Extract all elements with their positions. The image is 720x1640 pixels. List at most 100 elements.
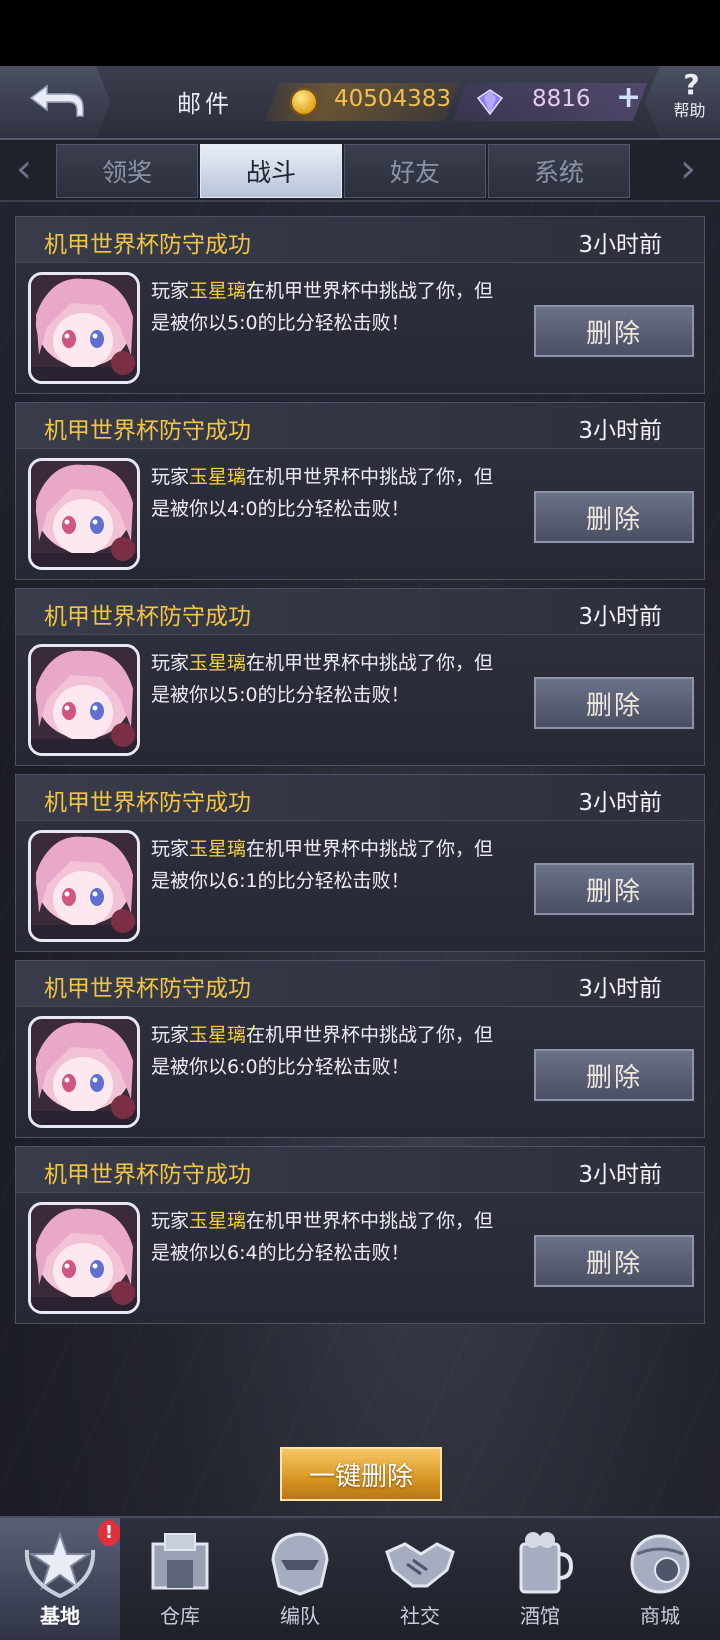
nav-label: 商城 [640,1604,680,1628]
mail-tab-bar: ‹ 领奖 战斗 好友 系统 › [0,140,720,202]
gem-amount: 8816 [532,86,591,112]
message-line1: 在机甲世界杯中挑战了你，但 [246,1210,494,1232]
message-prefix: 玩家 [151,1210,190,1232]
player-avatar[interactable] [28,272,140,384]
header-bar: 邮件 40504383 8816 + ? 帮助 [0,66,720,140]
warehouse-icon [151,1533,209,1590]
mail-item: 机甲世界杯防守成功 3小时前 玩家玉星璃在机甲世界杯中挑战了你，但 是被你以5:… [15,216,705,394]
tab-system[interactable]: 系统 [488,144,630,198]
player-avatar[interactable] [28,1016,140,1128]
message-line1: 在机甲世界杯中挑战了你，但 [246,466,494,488]
mail-time: 3小时前 [578,1162,662,1188]
mail-item: 机甲世界杯防守成功 3小时前 玩家玉星璃在机甲世界杯中挑战了你，但 是被你以6:… [15,960,705,1138]
nav-warehouse[interactable]: 仓库 [120,1518,240,1640]
notification-badge: ! [98,1520,120,1546]
back-arrow-icon [29,84,84,117]
mail-header: 机甲世界杯防守成功 3小时前 [16,217,704,263]
player-avatar[interactable] [28,644,140,756]
player-name[interactable]: 玉星璃 [189,838,246,860]
mail-title: 机甲世界杯防守成功 [44,790,251,816]
message-line1: 在机甲世界杯中挑战了你，但 [246,838,494,860]
shop-sphere-icon [630,1534,690,1594]
message-line2: 是被你以5:0的比分轻松击败！ [151,684,410,706]
player-name[interactable]: 玉星璃 [189,466,246,488]
mail-header: 机甲世界杯防守成功 3小时前 [16,403,704,449]
nav-label: 酒馆 [520,1604,560,1628]
nav-shop[interactable]: 商城 [600,1518,720,1640]
player-avatar[interactable] [28,458,140,570]
delete-button[interactable]: 删除 [534,863,694,915]
mail-time: 3小时前 [578,232,662,258]
tavern-icon [519,1532,574,1594]
back-button[interactable] [0,66,110,138]
delete-button[interactable]: 删除 [534,491,694,543]
nav-social[interactable]: 社交 [360,1518,480,1640]
message-prefix: 玩家 [151,280,190,302]
anime-girl-portrait-icon [31,275,137,381]
delete-button[interactable]: 删除 [534,305,694,357]
tab-scroll-left-icon[interactable]: ‹ [16,146,32,192]
help-button[interactable]: ? 帮助 [645,66,720,138]
message-line2: 是被你以6:4的比分轻松击败！ [151,1242,410,1264]
mail-message: 玩家玉星璃在机甲世界杯中挑战了你，但 是被你以6:4的比分轻松击败！ [151,1205,521,1269]
help-label: 帮助 [673,101,706,120]
mail-header: 机甲世界杯防守成功 3小时前 [16,961,704,1007]
bottom-nav: 基地 ! 仓库 编队 社交 酒馆 商城 [0,1516,720,1640]
message-prefix: 玩家 [151,652,190,674]
delete-all-button[interactable]: 一键删除 [280,1447,442,1501]
page-title: 邮件 [177,90,233,118]
message-prefix: 玩家 [151,1024,190,1046]
mail-item: 机甲世界杯防守成功 3小时前 玩家玉星璃在机甲世界杯中挑战了你，但 是被你以6:… [15,774,705,952]
nav-label: 仓库 [160,1604,200,1628]
mail-title: 机甲世界杯防守成功 [44,232,251,258]
gold-coin-icon [290,88,318,116]
tab-scroll-right-icon[interactable]: › [680,146,696,192]
message-prefix: 玩家 [151,838,190,860]
nav-label: 编队 [280,1604,320,1628]
tab-battle[interactable]: 战斗 [200,144,342,198]
nav-formation[interactable]: 编队 [240,1518,360,1640]
player-name[interactable]: 玉星璃 [189,1024,246,1046]
message-line1: 在机甲世界杯中挑战了你，但 [246,652,494,674]
mail-header: 机甲世界杯防守成功 3小时前 [16,1147,704,1193]
anime-girl-portrait-icon [31,1205,137,1311]
player-avatar[interactable] [28,830,140,942]
mail-item: 机甲世界杯防守成功 3小时前 玩家玉星璃在机甲世界杯中挑战了你，但 是被你以6:… [15,1146,705,1324]
nav-label: 社交 [400,1604,440,1628]
mail-item: 机甲世界杯防守成功 3小时前 玩家玉星璃在机甲世界杯中挑战了你，但 是被你以4:… [15,402,705,580]
anime-girl-portrait-icon [31,1019,137,1125]
delete-button[interactable]: 删除 [534,1049,694,1101]
mail-title: 机甲世界杯防守成功 [44,976,251,1002]
handshake-icon [385,1542,455,1588]
message-line1: 在机甲世界杯中挑战了你，但 [246,1024,494,1046]
nav-label: 基地 [40,1604,80,1628]
mech-head-icon [271,1532,329,1596]
mail-header: 机甲世界杯防守成功 3小时前 [16,775,704,821]
tab-rewards[interactable]: 领奖 [56,144,198,198]
player-name[interactable]: 玉星璃 [189,652,246,674]
mail-message: 玩家玉星璃在机甲世界杯中挑战了你，但 是被你以6:1的比分轻松击败！ [151,833,521,897]
player-name[interactable]: 玉星璃 [189,1210,246,1232]
gold-amount: 40504383 [334,86,452,112]
player-avatar[interactable] [28,1202,140,1314]
nav-tavern[interactable]: 酒馆 [480,1518,600,1640]
tab-friends[interactable]: 好友 [344,144,486,198]
mail-message: 玩家玉星璃在机甲世界杯中挑战了你，但 是被你以5:0的比分轻松击败！ [151,647,521,711]
mail-title: 机甲世界杯防守成功 [44,418,251,444]
add-gems-button[interactable]: + [616,80,641,115]
nav-base[interactable]: 基地 ! [0,1518,120,1640]
mail-title: 机甲世界杯防守成功 [44,604,251,630]
player-name[interactable]: 玉星璃 [189,280,246,302]
delete-button[interactable]: 删除 [534,1235,694,1287]
message-line2: 是被你以6:1的比分轻松击败！ [151,870,410,892]
delete-button[interactable]: 删除 [534,677,694,729]
mail-title: 机甲世界杯防守成功 [44,1162,251,1188]
mail-message: 玩家玉星璃在机甲世界杯中挑战了你，但 是被你以6:0的比分轻松击败！ [151,1019,521,1083]
message-prefix: 玩家 [151,466,190,488]
mail-message: 玩家玉星璃在机甲世界杯中挑战了你，但 是被你以4:0的比分轻松击败！ [151,461,521,525]
anime-girl-portrait-icon [31,647,137,753]
status-bar [0,0,720,66]
message-line2: 是被你以5:0的比分轻松击败！ [151,312,410,334]
message-line1: 在机甲世界杯中挑战了你，但 [246,280,494,302]
diamond-icon [476,89,504,116]
